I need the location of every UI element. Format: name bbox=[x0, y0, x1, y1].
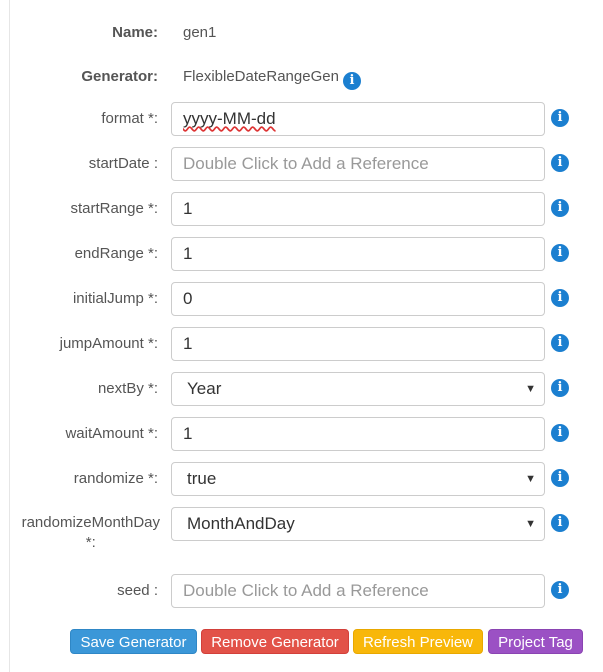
remove-generator-button[interactable]: Remove Generator bbox=[201, 629, 349, 654]
nextby-info-icon[interactable]: i bbox=[551, 379, 569, 397]
randomize-selected-value: true bbox=[187, 469, 217, 488]
name-value: gen1 bbox=[183, 24, 217, 41]
nextby-row: nextBy *: Year ▼ i bbox=[0, 372, 603, 406]
generator-label: Generator: bbox=[81, 68, 158, 85]
format-info-icon[interactable]: i bbox=[551, 109, 569, 127]
format-row: format *: yyyy-MM-dd i bbox=[0, 102, 603, 136]
chevron-down-icon: ▼ bbox=[525, 518, 536, 530]
initialjump-row: initialJump *: i bbox=[0, 282, 603, 316]
randomize-label: randomize *: bbox=[73, 470, 158, 487]
waitamount-info-icon[interactable]: i bbox=[551, 424, 569, 442]
startrange-info-icon[interactable]: i bbox=[551, 199, 569, 217]
waitamount-label: waitAmount *: bbox=[65, 425, 158, 442]
generator-info-icon[interactable]: i bbox=[342, 72, 361, 90]
initialjump-input[interactable] bbox=[171, 282, 545, 316]
generator-value: FlexibleDateRangeGen i bbox=[183, 60, 361, 94]
nextby-selected-value: Year bbox=[187, 379, 222, 398]
randomizemonthday-row: randomizeMonthDay *: MonthAndDay ▼ i bbox=[0, 507, 603, 551]
randomize-row: randomize *: true ▼ i bbox=[0, 462, 603, 496]
startrange-row: startRange *: i bbox=[0, 192, 603, 226]
format-input[interactable]: yyyy-MM-dd bbox=[171, 102, 545, 136]
initialjump-label: initialJump *: bbox=[72, 290, 158, 307]
nextby-select[interactable]: Year ▼ bbox=[171, 372, 545, 406]
startrange-input[interactable] bbox=[171, 192, 545, 226]
randomize-info-icon[interactable]: i bbox=[551, 469, 569, 487]
jumpamount-input[interactable] bbox=[171, 327, 545, 361]
waitamount-row: waitAmount *: i bbox=[0, 417, 603, 451]
save-generator-button[interactable]: Save Generator bbox=[70, 629, 197, 654]
endrange-row: endRange *: i bbox=[0, 237, 603, 271]
jumpamount-row: jumpAmount *: i bbox=[0, 327, 603, 361]
seed-info-icon[interactable]: i bbox=[551, 581, 569, 599]
randomizemonthday-selected-value: MonthAndDay bbox=[187, 514, 295, 533]
randomizemonthday-select[interactable]: MonthAndDay ▼ bbox=[171, 507, 545, 541]
randomizemonthday-label-line2: *: bbox=[85, 534, 96, 551]
generator-name: FlexibleDateRangeGen bbox=[183, 68, 339, 85]
waitamount-input[interactable] bbox=[171, 417, 545, 451]
jumpamount-info-icon[interactable]: i bbox=[551, 334, 569, 352]
refresh-preview-button[interactable]: Refresh Preview bbox=[353, 629, 483, 654]
endrange-input[interactable] bbox=[171, 237, 545, 271]
endrange-label: endRange *: bbox=[74, 245, 158, 262]
generator-row: Generator: FlexibleDateRangeGen i bbox=[0, 60, 603, 94]
seed-label: seed : bbox=[117, 582, 158, 599]
seed-row: seed : i bbox=[0, 574, 603, 608]
chevron-down-icon: ▼ bbox=[525, 473, 536, 485]
endrange-info-icon[interactable]: i bbox=[551, 244, 569, 262]
name-row: Name: gen1 bbox=[0, 16, 603, 50]
randomizemonthday-label: randomizeMonthDay *: bbox=[21, 513, 160, 551]
initialjump-info-icon[interactable]: i bbox=[551, 289, 569, 307]
name-label: Name: bbox=[112, 24, 158, 41]
randomizemonthday-label-line1: randomizeMonthDay bbox=[21, 514, 160, 531]
format-value: yyyy-MM-dd bbox=[183, 109, 276, 128]
format-label: format *: bbox=[101, 110, 158, 127]
chevron-down-icon: ▼ bbox=[525, 383, 536, 395]
startrange-label: startRange *: bbox=[70, 200, 158, 217]
project-tag-button[interactable]: Project Tag bbox=[488, 629, 583, 654]
randomizemonthday-info-icon[interactable]: i bbox=[551, 514, 569, 532]
startdate-row: startDate : i bbox=[0, 147, 603, 181]
startdate-info-icon[interactable]: i bbox=[551, 154, 569, 172]
startdate-label: startDate : bbox=[88, 155, 158, 172]
jumpamount-label: jumpAmount *: bbox=[59, 335, 158, 352]
seed-input[interactable] bbox=[171, 574, 545, 608]
randomize-select[interactable]: true ▼ bbox=[171, 462, 545, 496]
nextby-label: nextBy *: bbox=[97, 380, 158, 397]
startdate-input[interactable] bbox=[171, 147, 545, 181]
